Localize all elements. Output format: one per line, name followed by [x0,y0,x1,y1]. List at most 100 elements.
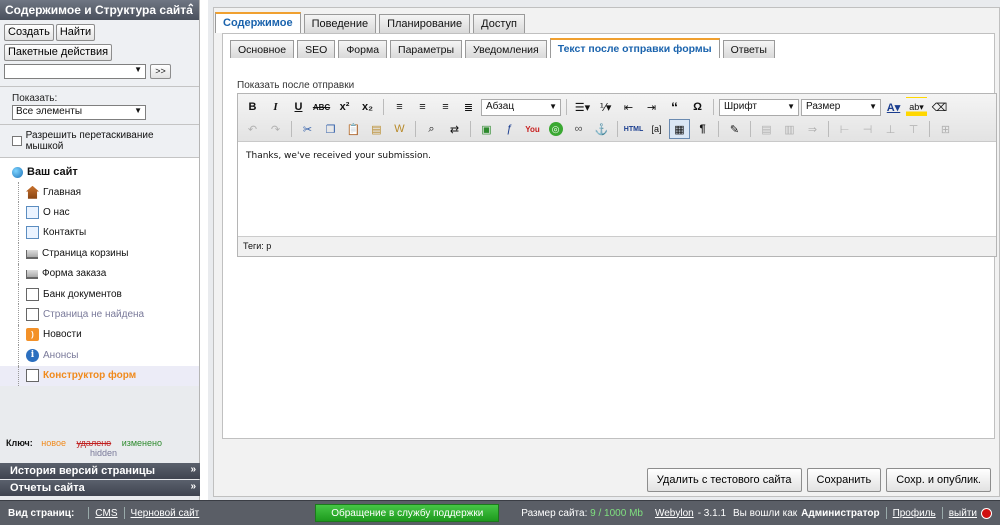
align-right-icon[interactable]: ≡ [435,97,456,117]
paste-icon[interactable]: 📋 [343,119,364,139]
tree-item-about[interactable]: О нас [0,202,199,224]
merge-cells-icon[interactable]: ⊞ [935,119,956,139]
numbered-list-icon[interactable]: ⅟▾ [595,97,616,117]
table-cell-props-icon[interactable]: ▥ [779,119,800,139]
edit-style-icon[interactable]: ✎ [724,119,745,139]
replace-icon[interactable]: ⇄ [444,119,465,139]
tree-item-form-builder[interactable]: Конструктор форм [0,365,199,387]
site-tree: Ваш сайт Главная О нас Контакты Страница… [0,158,199,387]
find-icon[interactable]: ⌕ [421,119,442,139]
tree-item-announcements[interactable]: i Анонсы [0,345,199,366]
tree-item-documents[interactable]: Банк документов [0,283,199,305]
profile-link[interactable]: Профиль [893,508,936,519]
show-filter-value: Все элементы [16,106,83,117]
align-left-icon[interactable]: ≡ [389,97,410,117]
format-select[interactable]: Абзац ▼ [481,98,561,116]
insert-col-after-icon[interactable]: ⊣ [857,119,878,139]
align-justify-icon[interactable]: ≣ [458,97,479,117]
toolbar-separator [929,121,930,137]
tab-notifications[interactable]: Уведомления [465,40,547,58]
webylon-link[interactable]: Webylon [655,508,694,519]
omega-icon[interactable]: Ω [687,97,708,117]
insert-row-icon[interactable]: ⇒ [802,119,823,139]
paste-text-icon[interactable]: ▤ [366,119,387,139]
cut-icon[interactable]: ✂ [297,119,318,139]
media-icon[interactable]: ◎ [545,119,566,139]
strikethrough-icon[interactable]: ABC [311,97,332,117]
youtube-icon[interactable]: You [522,119,543,139]
tree-item-home[interactable]: Главная [0,182,199,203]
cms-link[interactable]: CMS [95,508,117,519]
size-select[interactable]: Размер ▼ [801,98,881,116]
find-button[interactable]: Найти [55,24,96,41]
logout-icon[interactable] [981,507,992,519]
html-icon[interactable]: HTML [623,119,644,139]
save-publish-button[interactable]: Сохр. и опублик. [886,468,991,492]
drag-checkbox[interactable] [12,136,22,146]
outdent-icon[interactable]: ⇤ [618,97,639,117]
tab-access[interactable]: Доступ [473,14,525,33]
editor-toolbar: B I U ABC x² x₂ ≡ ≡ ≡ ≣ Абзац ▼ ☰▾ ⅟▾ ⇤ [238,94,996,142]
italic-icon[interactable]: I [265,97,286,117]
tree-item-contacts[interactable]: Контакты [0,222,199,244]
bullet-list-icon[interactable]: ☰▾ [572,97,593,117]
delete-from-test-button[interactable]: Удалить с тестового сайта [646,468,802,492]
batch-actions-button[interactable]: Пакетные действия [4,44,113,61]
link-icon[interactable]: ∞ [568,119,589,139]
anchor-icon[interactable]: ⚓ [591,119,612,139]
table-icon[interactable]: ▦ [669,119,690,139]
tab-behavior[interactable]: Поведение [303,14,377,33]
create-button[interactable]: Создать [4,24,54,41]
collapse-icon[interactable]: ⌃ [187,3,195,14]
copy-icon[interactable]: ❐ [320,119,341,139]
tab-answers[interactable]: Ответы [722,40,775,58]
underline-icon[interactable]: U [288,97,309,117]
batch-action-select[interactable]: ▼ [4,64,146,79]
tab-form[interactable]: Форма [338,40,388,58]
undo-icon[interactable]: ↶ [242,119,263,139]
tab-basic[interactable]: Основное [230,40,295,58]
tree-item-order-form[interactable]: Форма заказа [0,263,199,285]
sidebar-header[interactable]: Содержимое и Структура сайта ⌃ [0,0,199,20]
logout-link[interactable]: выйти [949,508,977,519]
tab-seo[interactable]: SEO [297,40,336,58]
eraser-icon[interactable]: ⌫ [929,97,950,117]
support-button[interactable]: Обращение в службу поддержки [315,504,500,522]
text-color-icon[interactable]: A▾ [883,97,904,117]
save-button[interactable]: Сохранить [806,468,882,492]
superscript-icon[interactable]: x² [334,97,355,117]
image-icon[interactable]: ▣ [476,119,497,139]
delete-col-icon[interactable]: ⊥ [880,119,901,139]
editor-content[interactable]: Thanks, we've received your submission. [238,142,996,231]
highlight-color-icon[interactable]: ab▾ [906,97,927,117]
pilcrow-icon[interactable]: ¶ [692,119,713,139]
draft-site-link[interactable]: Черновой сайт [131,508,200,519]
tree-item-cart[interactable]: Страница корзины [0,243,199,264]
insert-col-before-icon[interactable]: ⊢ [834,119,855,139]
split-cell-icon[interactable]: ⊤ [903,119,924,139]
special-char-icon[interactable]: [a] [646,119,667,139]
tab-after-submit-text[interactable]: Текст после отправки формы [549,38,720,58]
indent-icon[interactable]: ⇥ [641,97,662,117]
align-center-icon[interactable]: ≡ [412,97,433,117]
blockquote-icon[interactable]: “ [664,97,685,117]
subscript-icon[interactable]: x₂ [357,97,378,117]
redo-icon[interactable]: ↷ [265,119,286,139]
go-button[interactable]: >> [150,64,171,79]
flash-icon[interactable]: ƒ [499,119,520,139]
tab-content[interactable]: Содержимое [215,12,301,33]
font-select[interactable]: Шрифт ▼ [719,98,799,116]
show-filter-select[interactable]: Все элементы ▼ [12,105,146,120]
tab-schedule[interactable]: Планирование [379,14,471,33]
table-row-props-icon[interactable]: ▤ [756,119,777,139]
history-panel-header[interactable]: История версий страницы » [0,463,200,479]
home-icon [26,185,39,199]
tree-item-news[interactable]: ) Новости [0,324,199,346]
tree-root[interactable]: Ваш сайт [0,162,199,182]
tree-item-label: Главная [43,186,82,198]
reports-panel-header[interactable]: Отчеты сайта » [0,480,200,496]
tree-item-not-found[interactable]: Страница не найдена [0,304,199,326]
tab-parameters[interactable]: Параметры [390,40,463,58]
bold-icon[interactable]: B [242,97,263,117]
paste-word-icon[interactable]: W [389,119,410,139]
